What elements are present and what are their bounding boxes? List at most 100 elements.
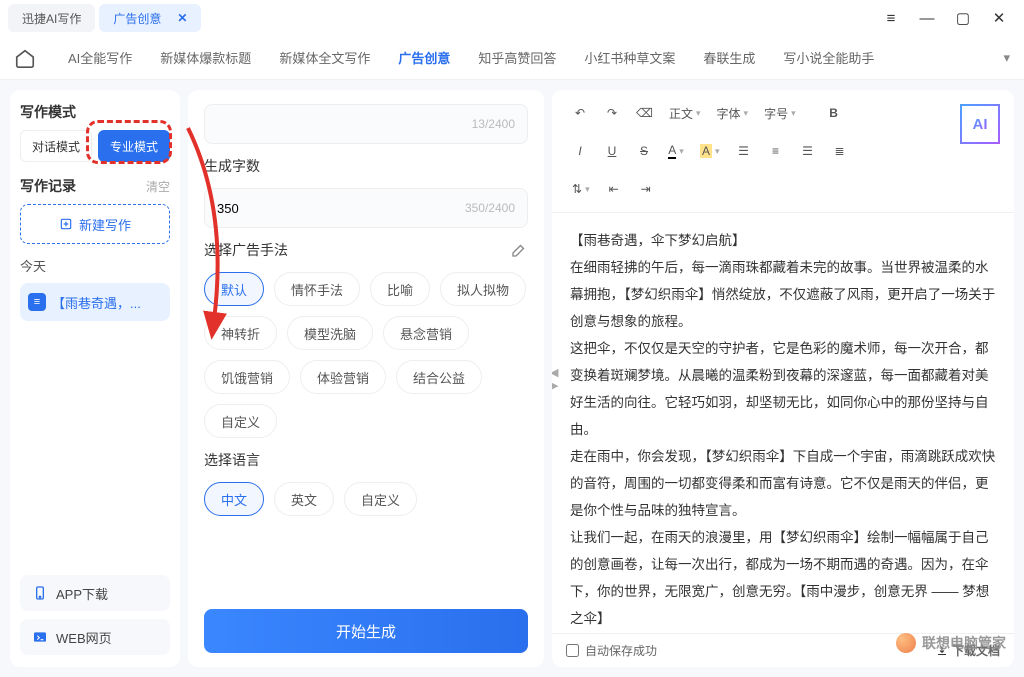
- align-left-button[interactable]: ☰: [730, 138, 758, 164]
- lang-chips: 中文 英文 自定义: [204, 482, 528, 516]
- editor-panel: ◀ ▶ ↶ ↷ ⌫ 正文 字体 字号 B I U S A A ☰ ≡ ☰ ≣: [552, 90, 1014, 667]
- method-qinghuai[interactable]: 情怀手法: [274, 272, 360, 306]
- autosave-checkbox[interactable]: [566, 644, 579, 657]
- doc-p1: 【雨巷奇遇，伞下梦幻启航】: [570, 227, 996, 254]
- font-size-dropdown[interactable]: 字号: [758, 100, 802, 126]
- maximize-button[interactable]: ▢: [954, 9, 972, 27]
- method-biyu[interactable]: 比喻: [370, 272, 430, 306]
- bold-button[interactable]: B: [820, 100, 848, 126]
- mode-chat[interactable]: 对话模式: [20, 130, 92, 162]
- lang-custom[interactable]: 自定义: [344, 482, 417, 516]
- start-generate-button[interactable]: 开始生成: [204, 609, 528, 653]
- mode-pro[interactable]: 专业模式: [98, 130, 170, 162]
- nav-xhs[interactable]: 小红书种草文案: [570, 48, 689, 67]
- doc-p3: 这把伞，不仅仅是天空的守护者，它是色彩的魔术师，每一次开合，都变换着斑斓梦境。从…: [570, 335, 996, 443]
- doc-p4: 走在雨中，你会发现，【梦幻织雨伞】下自成一个宇宙，雨滴跳跃成欢快的音符，周围的一…: [570, 443, 996, 524]
- history-item-icon: ≡: [28, 293, 46, 311]
- home-icon[interactable]: [14, 47, 36, 69]
- close-window-button[interactable]: ✕: [990, 9, 1008, 27]
- ai-badge-label: AI: [973, 116, 988, 133]
- method-niren[interactable]: 拟人拟物: [440, 272, 526, 306]
- indent-out-button[interactable]: ⇤: [600, 176, 628, 202]
- count-input[interactable]: [217, 201, 465, 216]
- records-label: 写作记录: [20, 176, 76, 196]
- method-tiyan[interactable]: 体验营销: [300, 360, 386, 394]
- paragraph-dropdown[interactable]: 正文: [663, 100, 707, 126]
- mode-label: 写作模式: [20, 102, 170, 122]
- method-shenzhuan[interactable]: 神转折: [204, 316, 277, 350]
- lang-en[interactable]: 英文: [274, 482, 334, 516]
- topic-input[interactable]: [217, 117, 472, 132]
- strike-button[interactable]: S: [630, 138, 658, 164]
- nav-ad-creative[interactable]: 广告创意: [384, 48, 464, 67]
- ai-badge[interactable]: AI: [960, 104, 1000, 144]
- method-xuannian[interactable]: 悬念营销: [383, 316, 469, 350]
- method-label: 选择广告手法: [204, 240, 288, 260]
- new-write-icon: [59, 217, 73, 231]
- method-jie[interactable]: 饥饿营销: [204, 360, 290, 394]
- today-label: 今天: [20, 256, 170, 275]
- count-counter: 350/2400: [465, 201, 515, 215]
- editor-toolbar: ↶ ↷ ⌫ 正文 字体 字号 B I U S A A ☰ ≡ ☰ ≣ ⇅: [552, 90, 1014, 213]
- redo-button[interactable]: ↷: [598, 100, 626, 126]
- autosave-label: 自动保存成功: [585, 642, 657, 659]
- active-doc-tab[interactable]: 广告创意 ✕: [99, 4, 201, 32]
- app-download-label: APP下载: [56, 584, 108, 603]
- method-xinao[interactable]: 模型洗脑: [287, 316, 373, 350]
- nav-all-writing[interactable]: AI全能写作: [54, 48, 146, 67]
- close-tab-icon[interactable]: ✕: [177, 11, 187, 25]
- app-download-link[interactable]: APP下载: [20, 575, 170, 611]
- nav-more-dropdown[interactable]: ▾: [1003, 50, 1010, 66]
- doc-p5: 让我们一起，在雨天的浪漫里，用【梦幻织雨伞】绘制一幅幅属于自己的创意画卷，让每一…: [570, 524, 996, 632]
- doc-p2: 在细雨轻拂的午后，每一滴雨珠都藏着未完的故事。当世界被温柔的水幕拥抱，【梦幻织雨…: [570, 254, 996, 335]
- clear-format-button[interactable]: ⌫: [630, 100, 659, 126]
- edit-method-icon[interactable]: [510, 241, 528, 259]
- font-color-button[interactable]: A: [662, 138, 690, 164]
- method-default[interactable]: 默认: [204, 272, 264, 306]
- app-tab[interactable]: 迅捷AI写作: [8, 4, 95, 32]
- app-tab-label: 迅捷AI写作: [22, 10, 81, 27]
- web-page-link[interactable]: WEB网页: [20, 619, 170, 655]
- highlight-button[interactable]: A: [694, 138, 726, 164]
- web-icon: [32, 629, 48, 645]
- new-write-label: 新建写作: [79, 215, 131, 234]
- align-justify-button[interactable]: ≣: [826, 138, 854, 164]
- menu-icon[interactable]: ≡: [882, 9, 900, 27]
- nav-novel[interactable]: 写小说全能助手: [769, 48, 888, 67]
- line-height-button[interactable]: ⇅: [566, 176, 596, 202]
- new-write-button[interactable]: 新建写作: [20, 204, 170, 244]
- font-family-dropdown[interactable]: 字体: [711, 100, 755, 126]
- lang-zh[interactable]: 中文: [204, 482, 264, 516]
- align-right-button[interactable]: ☰: [794, 138, 822, 164]
- count-label: 生成字数: [204, 156, 528, 176]
- nav-zhihu[interactable]: 知乎高赞回答: [464, 48, 570, 67]
- sidebar: 写作模式 对话模式 专业模式 写作记录 清空 新建写作 今天 ≡ 【雨巷奇遇，.…: [10, 90, 180, 667]
- topic-counter: 13/2400: [472, 117, 515, 131]
- history-item[interactable]: ≡ 【雨巷奇遇，...: [20, 283, 170, 321]
- method-custom[interactable]: 自定义: [204, 404, 277, 438]
- nav-chunlian[interactable]: 春联生成: [689, 48, 769, 67]
- align-center-button[interactable]: ≡: [762, 138, 790, 164]
- history-item-label: 【雨巷奇遇，...: [52, 293, 141, 312]
- web-page-label: WEB网页: [56, 628, 112, 647]
- clear-records[interactable]: 清空: [146, 178, 170, 195]
- nav-media-title[interactable]: 新媒体爆款标题: [146, 48, 265, 67]
- italic-button[interactable]: I: [566, 138, 594, 164]
- indent-in-button[interactable]: ⇥: [632, 176, 660, 202]
- underline-button[interactable]: U: [598, 138, 626, 164]
- watermark: 联想电脑管家: [896, 633, 1006, 653]
- resize-handle[interactable]: ◀ ▶: [552, 366, 562, 392]
- topic-input-box: 13/2400: [204, 104, 528, 144]
- document-content[interactable]: 【雨巷奇遇，伞下梦幻启航】 在细雨轻拂的午后，每一滴雨珠都藏着未完的故事。当世界…: [552, 213, 1014, 633]
- nav-media-full[interactable]: 新媒体全文写作: [265, 48, 384, 67]
- undo-button[interactable]: ↶: [566, 100, 594, 126]
- method-gongyi[interactable]: 结合公益: [396, 360, 482, 394]
- navbar: AI全能写作 新媒体爆款标题 新媒体全文写作 广告创意 知乎高赞回答 小红书种草…: [0, 36, 1024, 80]
- form-panel: 13/2400 生成字数 350/2400 选择广告手法 默认 情怀手法 比喻 …: [188, 90, 544, 667]
- method-chips: 默认 情怀手法 比喻 拟人拟物 神转折 模型洗脑 悬念营销 饥饿营销 体验营销 …: [204, 272, 528, 438]
- lang-label: 选择语言: [204, 450, 528, 470]
- minimize-button[interactable]: —: [918, 9, 936, 27]
- watermark-logo-icon: [896, 633, 916, 653]
- phone-icon: [32, 585, 48, 601]
- active-doc-tab-label: 广告创意: [113, 10, 161, 27]
